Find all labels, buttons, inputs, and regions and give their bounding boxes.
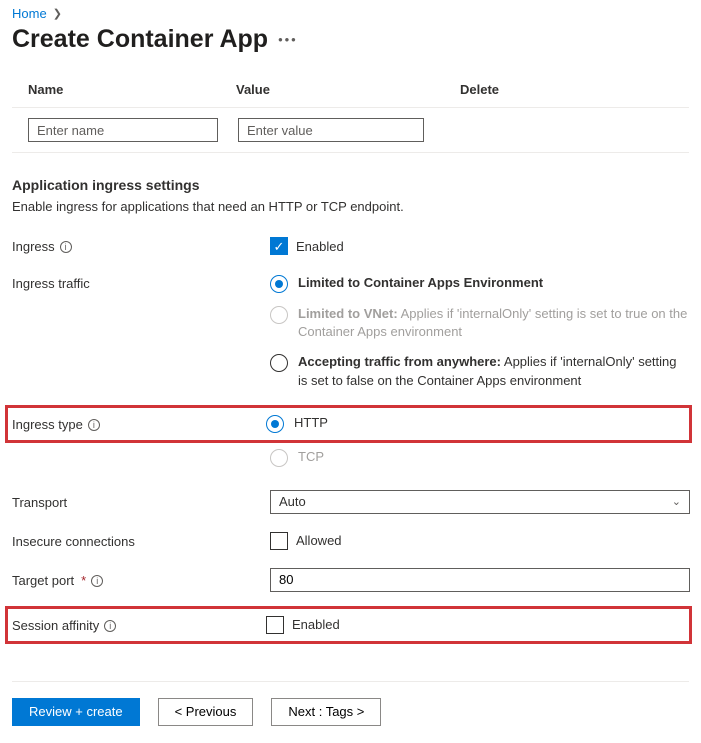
required-icon: * [81,573,86,588]
insecure-label: Insecure connections [12,534,135,549]
ingress-type-label: Ingress type [12,417,83,432]
info-icon[interactable]: i [104,620,116,632]
env-var-columns: Name Value Delete [12,82,689,97]
info-icon[interactable]: i [88,419,100,431]
ingress-checkbox-label: Enabled [296,239,344,254]
ingress-label: Ingress [12,239,55,254]
chevron-down-icon: ⌄ [672,495,681,508]
wizard-footer: Review + create < Previous Next : Tags > [12,681,689,726]
section-desc: Enable ingress for applications that nee… [12,199,689,214]
env-value-input[interactable] [238,118,424,142]
session-affinity-row: Session affinity i Enabled [8,609,689,641]
chevron-right-icon: ❯ [53,7,62,20]
transport-value: Auto [279,494,306,509]
ingress-checkbox[interactable]: Enabled [270,237,689,255]
breadcrumb: Home ❯ [12,6,689,21]
radio-icon [270,449,288,467]
ingress-traffic-label: Ingress traffic [12,276,90,291]
col-name: Name [28,82,216,97]
divider [12,107,689,108]
ingress-type-http[interactable]: HTTP [266,414,328,433]
col-delete: Delete [460,82,499,97]
radio-icon [270,275,288,293]
insecure-checkbox-label: Allowed [296,533,342,548]
env-name-input[interactable] [28,118,218,142]
insecure-checkbox[interactable]: Allowed [270,532,689,550]
session-affinity-label: Session affinity [12,618,99,633]
target-port-label: Target port [12,573,74,588]
traffic-opt-limited-env[interactable]: Limited to Container Apps Environment [270,274,689,293]
traffic-opt-limited-vnet: Limited to VNet: Applies if 'internalOnl… [270,305,689,341]
next-button[interactable]: Next : Tags > [271,698,381,726]
session-affinity-checkbox[interactable]: Enabled [266,616,689,634]
radio-icon [266,415,284,433]
col-value: Value [236,82,440,97]
transport-select[interactable]: Auto ⌄ [270,490,690,514]
radio-icon [270,306,288,324]
previous-button[interactable]: < Previous [158,698,254,726]
transport-label: Transport [12,495,67,510]
section-heading: Application ingress settings [12,177,689,193]
target-port-input[interactable] [270,568,690,592]
ingress-type-row: Ingress type i HTTP [8,408,689,440]
breadcrumb-home[interactable]: Home [12,6,47,21]
traffic-opt-anywhere[interactable]: Accepting traffic from anywhere: Applies… [270,353,689,389]
info-icon[interactable]: i [60,241,72,253]
session-affinity-checkbox-label: Enabled [292,617,340,632]
more-actions-button[interactable]: ••• [278,32,298,47]
ingress-type-tcp: TCP [270,448,689,467]
divider [12,152,689,153]
review-create-button[interactable]: Review + create [12,698,140,726]
info-icon[interactable]: i [91,575,103,587]
radio-icon [270,354,288,372]
page-title: Create Container App [12,25,268,54]
